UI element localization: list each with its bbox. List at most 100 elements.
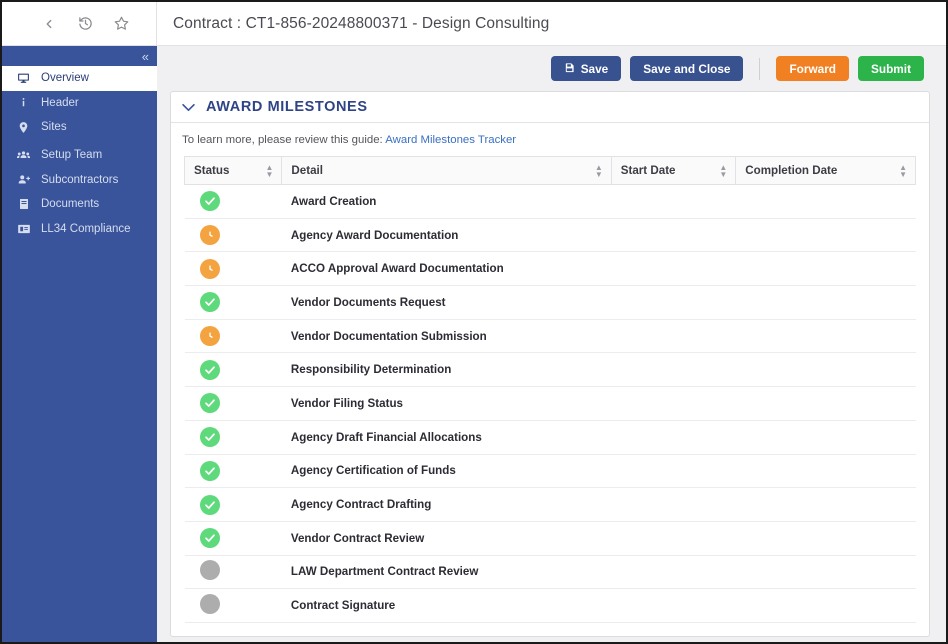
table-row[interactable]: Agency Certification of Funds bbox=[184, 454, 916, 489]
app-window: Contract : CT1-856-20248800371 - Design … bbox=[0, 0, 948, 644]
user-add-icon bbox=[15, 173, 32, 187]
favorite-star-icon[interactable] bbox=[112, 15, 130, 33]
status-complete-icon bbox=[199, 292, 220, 313]
cell-start-date bbox=[611, 521, 736, 556]
table-row[interactable]: Agency Award Documentation bbox=[184, 218, 916, 253]
save-and-close-button[interactable]: Save and Close bbox=[630, 56, 744, 81]
cell-status bbox=[184, 454, 282, 489]
table-row[interactable]: Vendor Documents Request bbox=[184, 285, 916, 320]
cell-detail: Responsibility Determination bbox=[281, 352, 612, 388]
cell-start-date bbox=[611, 285, 736, 320]
back-icon[interactable] bbox=[40, 15, 58, 33]
table-row[interactable]: ACCO Approval Award Documentation bbox=[184, 251, 916, 287]
page-title: Contract : CT1-856-20248800371 - Design … bbox=[173, 14, 550, 32]
cell-status bbox=[184, 218, 282, 253]
monitor-icon bbox=[15, 72, 32, 85]
cell-completion-date bbox=[735, 352, 916, 388]
sidebar-item-sites[interactable]: Sites bbox=[2, 115, 157, 140]
column-header-status[interactable]: Status ▲ ▼ bbox=[183, 156, 283, 185]
chevron-down-icon[interactable] bbox=[182, 101, 195, 114]
sort-icon[interactable]: ▲ ▼ bbox=[719, 163, 727, 178]
cell-start-date bbox=[611, 386, 736, 421]
status-complete-icon bbox=[199, 427, 220, 448]
nav-icon-group bbox=[2, 2, 157, 45]
status-not-started-icon bbox=[199, 560, 220, 581]
save-button-label: Save bbox=[580, 61, 609, 76]
card-title: AWARD MILESTONES bbox=[206, 99, 368, 115]
column-header-start-date[interactable]: Start Date ▲ ▼ bbox=[610, 156, 737, 185]
cell-detail: ACCO Approval Award Documentation bbox=[281, 251, 612, 287]
cell-status bbox=[184, 487, 282, 522]
sidebar-item-documents[interactable]: Documents bbox=[2, 192, 157, 217]
history-icon[interactable] bbox=[76, 15, 94, 33]
table-row[interactable]: Vendor Documentation Submission bbox=[184, 319, 916, 354]
sidebar-item-subcontractors[interactable]: Subcontractors bbox=[2, 168, 157, 193]
sidebar-item-label: LL34 Compliance bbox=[41, 222, 131, 235]
top-bar: Contract : CT1-856-20248800371 - Design … bbox=[2, 2, 946, 46]
sidebar-item-setup-team[interactable]: Setup Team bbox=[2, 143, 157, 168]
cell-completion-date bbox=[735, 285, 916, 320]
cell-completion-date bbox=[735, 386, 916, 421]
sort-icon[interactable]: ▲ ▼ bbox=[265, 163, 273, 178]
cell-status bbox=[184, 251, 282, 287]
column-header-detail-label: Detail bbox=[291, 164, 323, 177]
status-complete-icon bbox=[199, 393, 220, 414]
award-milestones-card: AWARD MILESTONES To learn more, please r… bbox=[170, 91, 930, 637]
cell-status bbox=[184, 555, 282, 590]
cell-start-date bbox=[611, 487, 736, 522]
table-row[interactable]: Contract Signature bbox=[184, 588, 916, 623]
cell-completion-date bbox=[735, 319, 916, 354]
status-pending-icon bbox=[199, 258, 220, 279]
sidebar-item-header[interactable]: Header bbox=[2, 91, 157, 116]
cell-detail: Vendor Filing Status bbox=[281, 386, 612, 421]
award-milestones-tracker-link[interactable]: Award Milestones Tracker bbox=[385, 134, 516, 146]
table-row[interactable]: Responsibility Determination bbox=[184, 352, 916, 388]
sidebar-item-label: Header bbox=[41, 96, 79, 109]
cell-detail: Vendor Documents Request bbox=[281, 285, 612, 320]
submit-button[interactable]: Submit bbox=[858, 56, 924, 81]
table-row[interactable]: Award Creation bbox=[184, 184, 916, 219]
forward-button[interactable]: Forward bbox=[776, 56, 850, 81]
table-header-row: Status ▲ ▼ Detail ▲ ▼ Start Date ▲ ▼ Com… bbox=[183, 156, 916, 185]
sidebar-item-overview[interactable]: Overview bbox=[2, 66, 157, 91]
status-not-started-icon bbox=[199, 594, 220, 615]
sort-icon[interactable]: ▲ ▼ bbox=[899, 163, 907, 178]
save-button[interactable]: Save bbox=[550, 56, 622, 81]
cell-completion-date bbox=[735, 251, 916, 287]
table-row[interactable]: LAW Department Contract Review bbox=[184, 555, 916, 590]
body-split: « Overview Header Sites Setup Team Subco… bbox=[2, 46, 946, 642]
cell-start-date bbox=[611, 251, 736, 287]
cell-detail: Agency Award Documentation bbox=[281, 218, 612, 253]
cell-completion-date bbox=[735, 588, 916, 623]
table-row[interactable]: Agency Draft Financial Allocations bbox=[184, 420, 916, 455]
cell-start-date bbox=[611, 184, 736, 219]
cell-detail: Contract Signature bbox=[281, 588, 612, 623]
sidebar-collapse-row: « bbox=[2, 46, 157, 66]
milestones-table-wrapper: Status ▲ ▼ Detail ▲ ▼ Start Date ▲ ▼ Com… bbox=[171, 156, 929, 623]
cell-completion-date bbox=[735, 555, 916, 590]
guide-note-text: To learn more, please review this guide: bbox=[182, 134, 383, 146]
forward-button-label: Forward bbox=[789, 61, 837, 76]
table-body: Award Creation Agency Award Documentation… bbox=[184, 184, 916, 623]
collapse-sidebar-icon[interactable]: « bbox=[142, 50, 149, 63]
cell-detail: Award Creation bbox=[281, 184, 612, 219]
info-icon bbox=[15, 96, 32, 109]
sort-icon[interactable]: ▲ ▼ bbox=[595, 163, 603, 178]
cell-completion-date bbox=[735, 184, 916, 219]
cell-status bbox=[184, 184, 282, 219]
cell-detail: Agency Certification of Funds bbox=[281, 454, 612, 489]
sidebar-item-ll34-compliance[interactable]: LL34 Compliance bbox=[2, 217, 157, 242]
table-row[interactable]: Vendor Filing Status bbox=[184, 386, 916, 421]
status-complete-icon bbox=[199, 528, 220, 549]
cell-status bbox=[184, 521, 282, 556]
column-header-detail[interactable]: Detail ▲ ▼ bbox=[281, 156, 612, 185]
table-row[interactable]: Agency Contract Drafting bbox=[184, 487, 916, 522]
main-content: Save Save and Close Forward Submit AWARD… bbox=[157, 46, 946, 642]
column-header-completion-date[interactable]: Completion Date ▲ ▼ bbox=[735, 156, 916, 185]
cell-detail: Agency Contract Drafting bbox=[281, 487, 612, 522]
cell-detail: LAW Department Contract Review bbox=[281, 555, 612, 590]
cell-detail: Vendor Documentation Submission bbox=[281, 319, 612, 354]
cell-detail: Agency Draft Financial Allocations bbox=[281, 420, 612, 455]
toolbar-divider bbox=[759, 57, 761, 80]
table-row[interactable]: Vendor Contract Review bbox=[184, 521, 916, 556]
